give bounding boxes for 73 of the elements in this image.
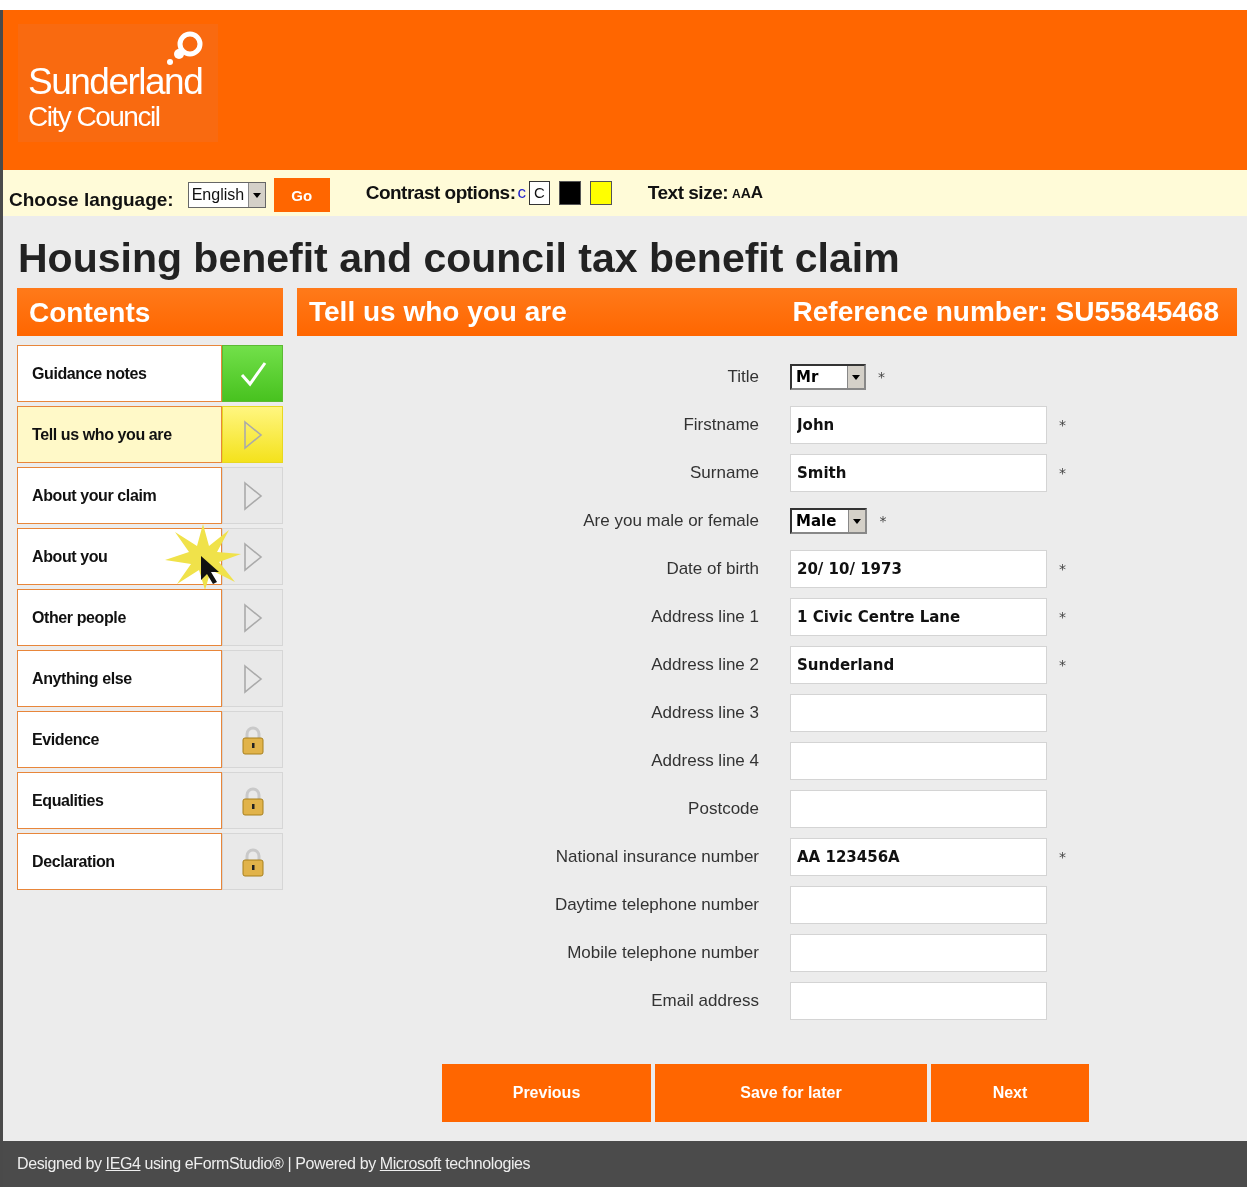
reference-number: Reference number: SU55845468 [792, 296, 1219, 328]
language-select[interactable]: English [187, 182, 266, 208]
play-icon [242, 541, 263, 572]
contents-item[interactable]: Tell us who you are [17, 406, 222, 463]
contents-header: Contents [17, 288, 283, 336]
field-label: Firstname [682, 415, 759, 435]
field-label: Surname [689, 463, 759, 483]
section-title: Tell us who you are [309, 296, 567, 328]
field-label: Are you male or female [582, 511, 759, 531]
contrast-link[interactable]: c [517, 183, 526, 203]
contents-item[interactable]: About your claim [17, 467, 222, 524]
field-label: Date of birth [665, 559, 759, 579]
contents-item[interactable]: Guidance notes [17, 345, 222, 402]
field-label: National insurance number [554, 847, 759, 867]
required-mark: * [878, 369, 885, 385]
logo-rings-icon [164, 30, 204, 66]
logo-subtext: City Council [28, 102, 161, 132]
play-icon [242, 663, 263, 694]
required-mark: * [1059, 609, 1066, 625]
play-icon [242, 602, 263, 633]
required-mark: * [879, 513, 887, 529]
contents-item[interactable]: Evidence [17, 711, 222, 768]
input-field[interactable] [790, 742, 1047, 780]
contents-item[interactable]: Equalities [17, 772, 222, 829]
text-size-link[interactable]: A [750, 183, 764, 203]
required-mark: * [1059, 657, 1066, 673]
play-icon [242, 480, 263, 511]
input-field[interactable] [790, 886, 1047, 924]
input-field[interactable]: AA 123456A [790, 838, 1047, 876]
language-label: Choose language: [9, 189, 174, 211]
field-label: Address line 4 [650, 751, 759, 771]
input-field[interactable]: 1 Civic Centre Lane [790, 598, 1047, 636]
footer-link[interactable]: IEG4 [105, 1155, 141, 1172]
contents-item[interactable]: Anything else [17, 650, 222, 707]
field-label: Postcode [687, 799, 759, 819]
input-field[interactable] [790, 982, 1047, 1020]
field-label: Mobile telephone number [566, 943, 759, 963]
contrast-swatch[interactable] [558, 181, 581, 205]
input-field[interactable] [790, 934, 1047, 972]
select-field[interactable]: Mr [790, 364, 866, 390]
text-size-link[interactable]: A [740, 185, 751, 201]
footer-text: Designed by IEG4 using eFormStudio® | Powered by Microsoft technologies [17, 1155, 531, 1173]
input-field[interactable] [790, 694, 1047, 732]
contrast-swatch[interactable] [589, 181, 612, 205]
field-label: Title [726, 367, 759, 387]
field-label: Address line 1 [650, 607, 759, 627]
required-mark: * [1059, 561, 1066, 577]
input-field[interactable] [790, 790, 1047, 828]
input-field[interactable]: Sunderland [790, 646, 1047, 684]
field-label: Daytime telephone number [553, 895, 759, 915]
field-label: Address line 3 [650, 703, 759, 723]
text-size-label: Text size: [647, 182, 729, 204]
contrast-option[interactable]: C [529, 181, 550, 205]
padlock-icon [240, 785, 265, 816]
input-field[interactable]: 20/ 10/ 1973 [790, 550, 1047, 588]
contents-item[interactable]: Declaration [17, 833, 222, 890]
padlock-icon [240, 846, 265, 877]
required-mark: * [1059, 417, 1066, 433]
footer-link[interactable]: Microsoft [379, 1155, 442, 1172]
field-label: Email address [650, 991, 759, 1011]
text-size-link[interactable]: A [732, 187, 741, 201]
input-field[interactable]: John [790, 406, 1047, 444]
required-mark: * [1059, 465, 1066, 481]
required-mark: * [1059, 849, 1066, 865]
play-icon [242, 419, 263, 450]
field-label: Address line 2 [650, 655, 759, 675]
logo-text: Sunderland [28, 62, 204, 102]
padlock-icon [240, 724, 265, 755]
contrast-label: Contrast options: [365, 182, 516, 204]
page-title: Housing benefit and council tax benefit claim [18, 234, 901, 282]
select-field[interactable]: Male [790, 508, 868, 534]
input-field[interactable]: Smith [790, 454, 1047, 492]
contents-item[interactable]: Other people [17, 589, 222, 646]
